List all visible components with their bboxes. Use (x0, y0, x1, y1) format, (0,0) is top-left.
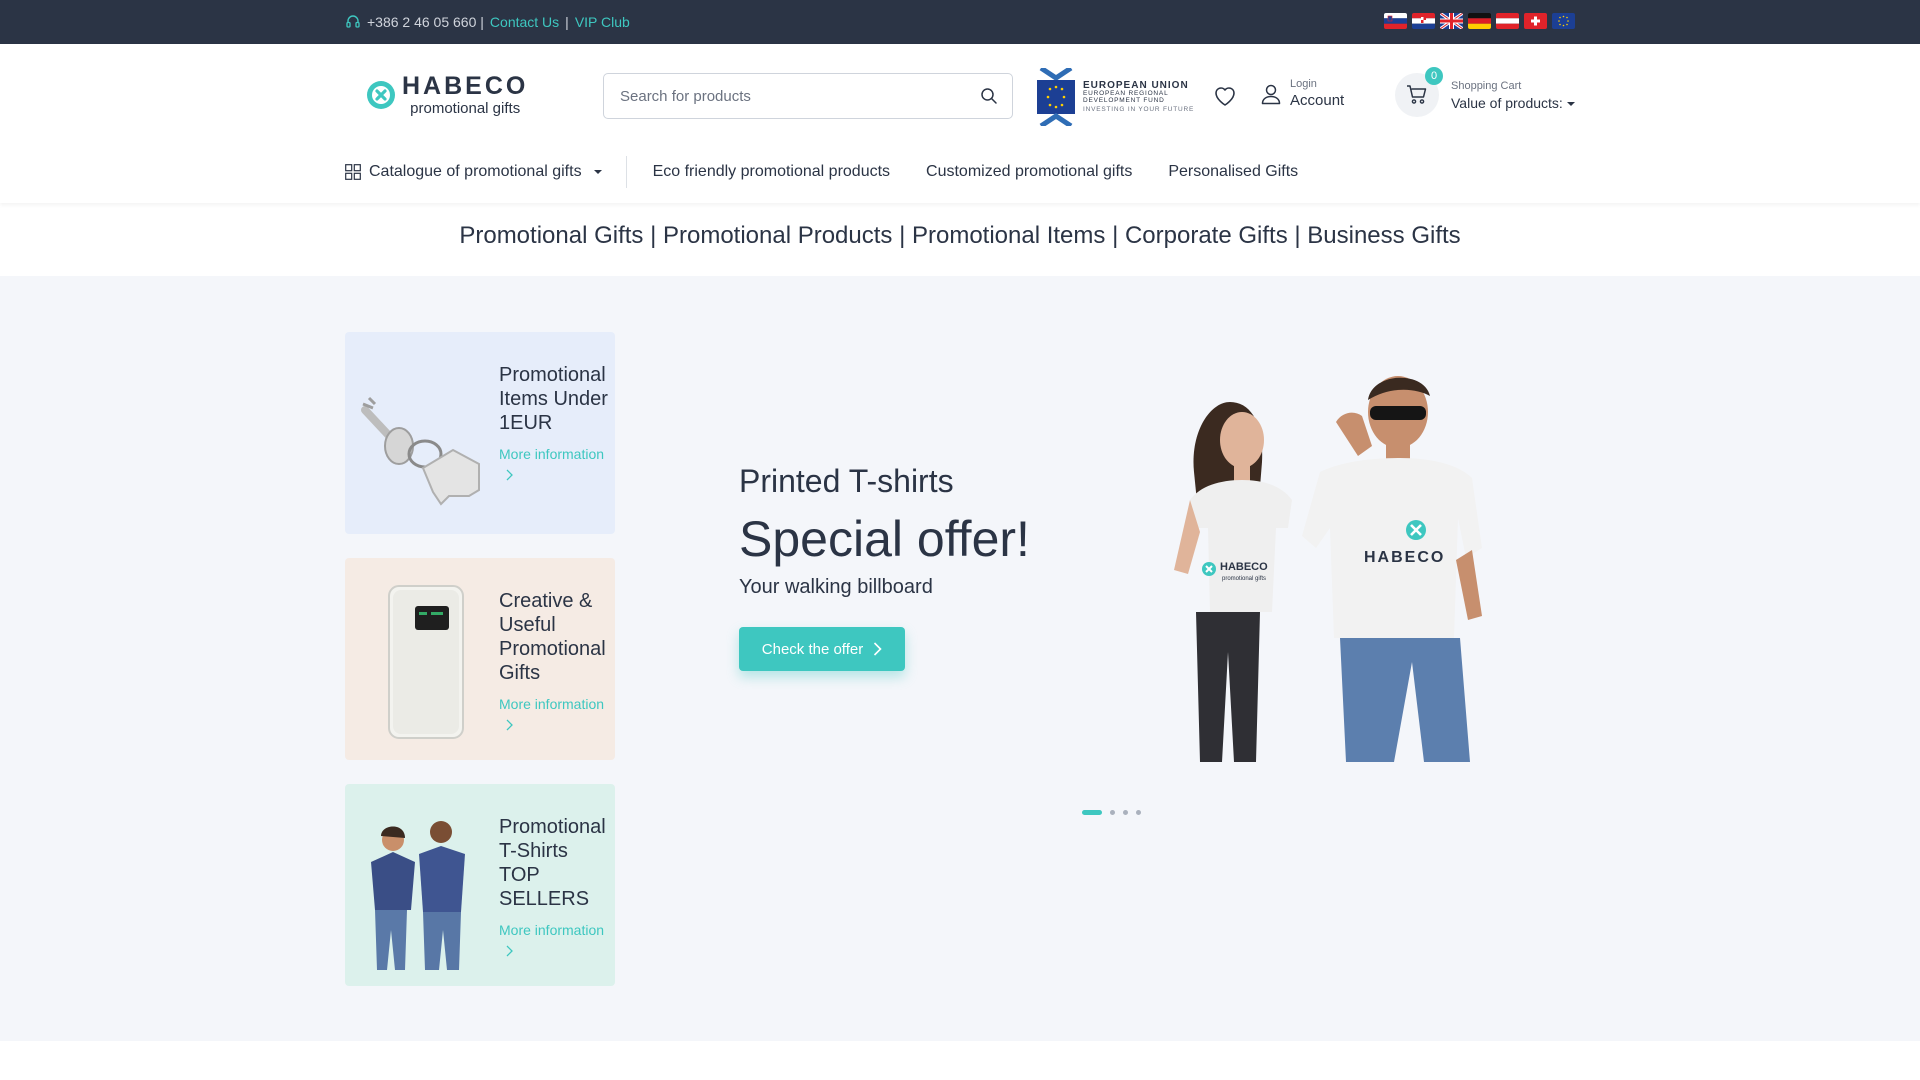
promo-card-tshirts[interactable]: Promotional T-Shirts TOP SELLERS More in… (345, 784, 615, 986)
check-offer-button[interactable]: Check the offer (739, 627, 905, 671)
cart-value[interactable]: Value of products: (1451, 95, 1575, 111)
card-text: Promotional Items Under 1EUR More inform… (499, 363, 611, 481)
search-input[interactable] (604, 87, 980, 105)
chevron-right-icon[interactable] (505, 719, 515, 731)
shirt-logo-sub-left: promotional gifts (1222, 576, 1266, 582)
main-nav: Catalogue of promotional gifts Eco frien… (345, 152, 1298, 192)
logo-brand: HABECO (402, 72, 529, 100)
croatia-flag-icon[interactable] (1412, 13, 1435, 29)
cart-icon (1407, 85, 1427, 104)
austria-flag-icon[interactable] (1496, 13, 1519, 29)
switzerland-flag-icon[interactable] (1524, 13, 1547, 29)
chevron-down-icon (1566, 101, 1575, 106)
eu-tagline: INVESTING IN YOUR FUTURE (1083, 105, 1195, 113)
chevron-down-icon (593, 170, 602, 174)
promo-card-creative-gifts[interactable]: Creative & Useful Promotional Gifts More… (345, 558, 615, 760)
contact-us-link[interactable]: Contact Us (490, 14, 559, 30)
account-label: Account (1290, 92, 1345, 109)
language-flags (1384, 13, 1575, 29)
eu-subtitle-2: DEVELOPMENT FUND (1083, 96, 1165, 104)
tshirt-models-image (371, 821, 465, 970)
tshirt-models-photo: HABECO promotional gifts HABECO (1174, 376, 1482, 762)
shirt-logo-text-right: HABECO (1364, 549, 1445, 566)
heart-icon[interactable] (1213, 85, 1237, 107)
main-header: HABECO promotional gifts EUROPEAN UNION … (0, 44, 1920, 203)
top-bar: +386 2 46 05 660 | Contact Us | VIP Club (0, 0, 1920, 44)
more-information-link[interactable]: More information (499, 695, 611, 713)
carousel-dot[interactable] (1136, 810, 1141, 815)
card-title: Promotional Items Under 1EUR (499, 364, 608, 434)
carousel-dot[interactable] (1123, 810, 1128, 815)
chevron-right-icon (874, 642, 882, 656)
carousel-dot[interactable] (1082, 810, 1102, 815)
keychain-image (361, 396, 480, 506)
germany-flag-icon[interactable] (1468, 13, 1491, 29)
eu-emblem-icon (1037, 68, 1075, 126)
slovenia-flag-icon[interactable] (1384, 13, 1407, 29)
power-bank-image (388, 585, 464, 739)
slide-content: Printed T-shirts Special offer! Your wal… (739, 463, 1030, 671)
carousel-dot[interactable] (1110, 810, 1115, 815)
logo-text: HABECO promotional gifts (402, 72, 529, 117)
account-text: Login Account (1290, 78, 1344, 109)
search-box (603, 73, 1013, 119)
page-tagline: Promotional Gifts | Promotional Products… (459, 222, 1461, 249)
eu-fund-logo: EUROPEAN UNION EUROPEAN REGIONAL DEVELOP… (1035, 68, 1194, 126)
contact-info: +386 2 46 05 660 | Contact Us | VIP Club (345, 14, 630, 30)
uk-flag-icon[interactable] (1440, 13, 1463, 29)
search-icon[interactable] (980, 87, 998, 105)
shopping-cart[interactable]: 0 Shopping Cart Value of products: (1395, 67, 1575, 117)
slide-kicker: Printed T-shirts (739, 463, 954, 499)
cart-value-label: Value of products: (1451, 94, 1563, 111)
cart-label: Shopping Cart (1451, 79, 1522, 92)
nav-item-customized[interactable]: Customized promotional gifts (926, 163, 1132, 181)
chevron-right-icon[interactable] (505, 469, 515, 481)
cart-count-badge: 0 (1425, 67, 1443, 85)
hero-section: Promotional Items Under 1EUR More inform… (0, 276, 1920, 1041)
login-label: Login (1290, 78, 1317, 90)
separator: | (565, 14, 569, 30)
eu-text: EUROPEAN UNION EUROPEAN REGIONAL DEVELOP… (1083, 80, 1195, 114)
card-text: Creative & Useful Promotional Gifts More… (499, 589, 611, 731)
catalogue-menu[interactable]: Catalogue of promotional gifts (345, 156, 627, 188)
logo-mark-icon (367, 81, 395, 109)
cart-text: Shopping Cart Value of products: (1451, 80, 1575, 111)
nav-item-eco[interactable]: Eco friendly promotional products (653, 163, 890, 181)
check-offer-label: Check the offer (761, 640, 864, 658)
vip-club-link[interactable]: VIP Club (575, 14, 630, 30)
phone-number: +386 2 46 05 660 | (367, 14, 484, 30)
user-icon (1261, 84, 1281, 104)
nav-item-personalised[interactable]: Personalised Gifts (1168, 163, 1298, 181)
catalogue-label: Catalogue of promotional gifts (369, 163, 582, 180)
habeco-logo[interactable]: HABECO promotional gifts (366, 74, 528, 116)
cart-button[interactable]: 0 (1395, 67, 1443, 117)
slide-title: Special offer! (739, 511, 1030, 567)
eu-flag-icon[interactable] (1552, 13, 1575, 29)
promo-card-under-1eur[interactable]: Promotional Items Under 1EUR More inform… (345, 332, 615, 534)
shirt-logo-text-left: HABECO (1220, 561, 1268, 573)
card-title: Promotional T-Shirts TOP SELLERS (499, 816, 606, 910)
account-link[interactable]: Login Account (1260, 78, 1344, 109)
slide-subtitle: Your walking billboard (739, 576, 933, 598)
logo-subtitle: promotional gifts (410, 100, 521, 117)
more-information-link[interactable]: More information (499, 445, 611, 463)
card-title: Creative & Useful Promotional Gifts (499, 590, 606, 684)
chevron-right-icon[interactable] (505, 945, 515, 957)
carousel-pagination (1082, 810, 1141, 815)
grid-icon (345, 164, 361, 180)
headset-icon (346, 15, 360, 28)
card-text: Promotional T-Shirts TOP SELLERS More in… (499, 815, 611, 957)
more-information-link[interactable]: More information (499, 921, 611, 939)
